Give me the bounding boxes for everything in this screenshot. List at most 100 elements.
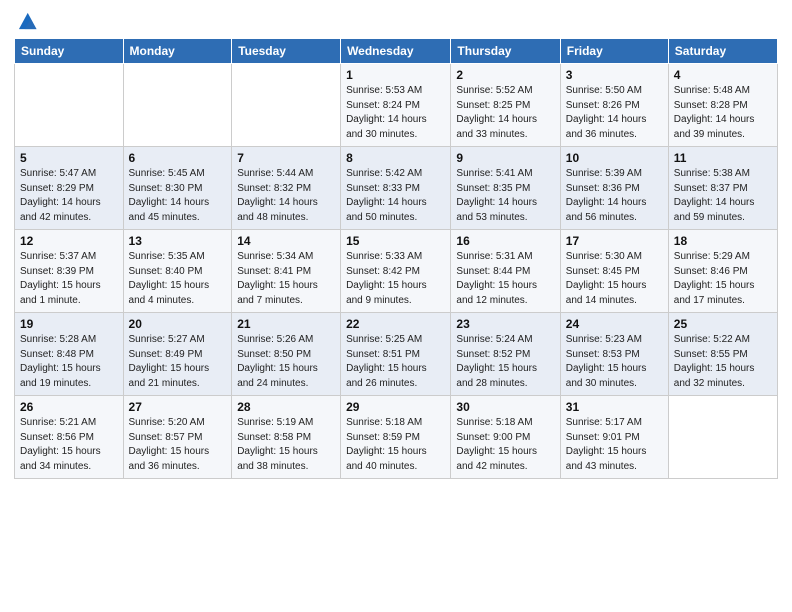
- day-info: Sunrise: 5:31 AM Sunset: 8:44 PM Dayligh…: [456, 250, 554, 308]
- weekday-header-saturday: Saturday: [668, 39, 777, 64]
- calendar-cell: 5 Sunrise: 5:47 AM Sunset: 8:29 PM Daylig…: [15, 147, 124, 230]
- day-info: Sunrise: 5:30 AM Sunset: 8:45 PM Dayligh…: [566, 250, 663, 308]
- day-number: 22: [346, 317, 445, 331]
- calendar-cell: 9Sunrise: 5:41 AM Sunset: 8:35 PM Daylig…: [451, 147, 560, 230]
- calendar-cell: 3 Sunrise: 5:50 AM Sunset: 8:26 PM Daylig…: [560, 64, 668, 147]
- day-number: 6: [129, 151, 227, 165]
- calendar-cell: [123, 64, 232, 147]
- day-number: 24: [566, 317, 663, 331]
- calendar-cell: 23 Sunrise: 5:24 AM Sunset: 8:52 PM Dayli…: [451, 313, 560, 396]
- day-number: 31: [566, 400, 663, 414]
- calendar-cell: [668, 396, 777, 479]
- day-info: Sunrise: 5:20 AM Sunset: 8:57 PM Dayligh…: [129, 416, 227, 474]
- day-info: Sunrise: 5:19 AM Sunset: 8:58 PM Dayligh…: [237, 416, 335, 474]
- day-info: Sunrise: 5:22 AM Sunset: 8:55 PM Dayligh…: [674, 333, 772, 391]
- weekday-header-tuesday: Tuesday: [232, 39, 341, 64]
- day-info: Sunrise: 5:18 AM Sunset: 9:00 PM Dayligh…: [456, 416, 554, 474]
- day-info: Sunrise: 5:53 AM Sunset: 8:24 PM Dayligh…: [346, 84, 445, 142]
- day-info: Sunrise: 5:37 AM Sunset: 8:39 PM Dayligh…: [20, 250, 118, 308]
- calendar-cell: 7 Sunrise: 5:44 AM Sunset: 8:32 PM Daylig…: [232, 147, 341, 230]
- day-info: Sunrise: 5:24 AM Sunset: 8:52 PM Dayligh…: [456, 333, 554, 391]
- calendar-cell: 8Sunrise: 5:42 AM Sunset: 8:33 PM Daylig…: [341, 147, 451, 230]
- calendar-cell: 10Sunrise: 5:39 AM Sunset: 8:36 PM Dayli…: [560, 147, 668, 230]
- calendar-table: SundayMondayTuesdayWednesdayThursdayFrid…: [14, 38, 778, 479]
- logo-icon: [16, 10, 38, 32]
- day-number: 21: [237, 317, 335, 331]
- calendar-cell: 18 Sunrise: 5:29 AM Sunset: 8:46 PM Dayli…: [668, 230, 777, 313]
- day-info: Sunrise: 5:52 AM Sunset: 8:25 PM Dayligh…: [456, 84, 554, 142]
- day-info: Sunrise: 5:27 AM Sunset: 8:49 PM Dayligh…: [129, 333, 227, 391]
- day-number: 14: [237, 234, 335, 248]
- calendar-cell: 15 Sunrise: 5:33 AM Sunset: 8:42 PM Dayli…: [341, 230, 451, 313]
- day-info: Sunrise: 5:35 AM Sunset: 8:40 PM Dayligh…: [129, 250, 227, 308]
- day-number: 1: [346, 68, 445, 82]
- day-number: 30: [456, 400, 554, 414]
- day-info: Sunrise: 5:38 AM Sunset: 8:37 PM Dayligh…: [674, 167, 772, 225]
- day-number: 17: [566, 234, 663, 248]
- page: SundayMondayTuesdayWednesdayThursdayFrid…: [0, 0, 792, 612]
- calendar-cell: 25 Sunrise: 5:22 AM Sunset: 8:55 PM Dayli…: [668, 313, 777, 396]
- day-info: Sunrise: 5:42 AM Sunset: 8:33 PM Dayligh…: [346, 167, 445, 225]
- calendar-week-row: 5 Sunrise: 5:47 AM Sunset: 8:29 PM Daylig…: [15, 147, 778, 230]
- day-number: 26: [20, 400, 118, 414]
- day-number: 25: [674, 317, 772, 331]
- day-info: Sunrise: 5:50 AM Sunset: 8:26 PM Dayligh…: [566, 84, 663, 142]
- day-number: 9: [456, 151, 554, 165]
- calendar-cell: 11 Sunrise: 5:38 AM Sunset: 8:37 PM Dayli…: [668, 147, 777, 230]
- calendar-cell: 30 Sunrise: 5:18 AM Sunset: 9:00 PM Dayli…: [451, 396, 560, 479]
- day-number: 11: [674, 151, 772, 165]
- calendar-cell: 13Sunrise: 5:35 AM Sunset: 8:40 PM Dayli…: [123, 230, 232, 313]
- day-info: Sunrise: 5:29 AM Sunset: 8:46 PM Dayligh…: [674, 250, 772, 308]
- day-number: 16: [456, 234, 554, 248]
- calendar-cell: 24 Sunrise: 5:23 AM Sunset: 8:53 PM Dayli…: [560, 313, 668, 396]
- day-number: 27: [129, 400, 227, 414]
- calendar-cell: 26Sunrise: 5:21 AM Sunset: 8:56 PM Dayli…: [15, 396, 124, 479]
- day-number: 7: [237, 151, 335, 165]
- day-number: 3: [566, 68, 663, 82]
- day-info: Sunrise: 5:45 AM Sunset: 8:30 PM Dayligh…: [129, 167, 227, 225]
- calendar-cell: 2 Sunrise: 5:52 AM Sunset: 8:25 PM Daylig…: [451, 64, 560, 147]
- calendar-cell: 21 Sunrise: 5:26 AM Sunset: 8:50 PM Dayli…: [232, 313, 341, 396]
- day-number: 15: [346, 234, 445, 248]
- calendar-cell: 1 Sunrise: 5:53 AM Sunset: 8:24 PM Daylig…: [341, 64, 451, 147]
- day-info: Sunrise: 5:33 AM Sunset: 8:42 PM Dayligh…: [346, 250, 445, 308]
- calendar-week-row: 1 Sunrise: 5:53 AM Sunset: 8:24 PM Daylig…: [15, 64, 778, 147]
- day-info: Sunrise: 5:28 AM Sunset: 8:48 PM Dayligh…: [20, 333, 118, 391]
- calendar-cell: 31 Sunrise: 5:17 AM Sunset: 9:01 PM Dayli…: [560, 396, 668, 479]
- day-number: 10: [566, 151, 663, 165]
- weekday-header-friday: Friday: [560, 39, 668, 64]
- day-info: Sunrise: 5:26 AM Sunset: 8:50 PM Dayligh…: [237, 333, 335, 391]
- day-number: 20: [129, 317, 227, 331]
- calendar-cell: 12Sunrise: 5:37 AM Sunset: 8:39 PM Dayli…: [15, 230, 124, 313]
- calendar-cell: 27 Sunrise: 5:20 AM Sunset: 8:57 PM Dayli…: [123, 396, 232, 479]
- day-number: 23: [456, 317, 554, 331]
- day-info: Sunrise: 5:47 AM Sunset: 8:29 PM Dayligh…: [20, 167, 118, 225]
- calendar-week-row: 26Sunrise: 5:21 AM Sunset: 8:56 PM Dayli…: [15, 396, 778, 479]
- day-info: Sunrise: 5:23 AM Sunset: 8:53 PM Dayligh…: [566, 333, 663, 391]
- calendar-cell: 20 Sunrise: 5:27 AM Sunset: 8:49 PM Dayli…: [123, 313, 232, 396]
- day-info: Sunrise: 5:34 AM Sunset: 8:41 PM Dayligh…: [237, 250, 335, 308]
- calendar-week-row: 19 Sunrise: 5:28 AM Sunset: 8:48 PM Dayli…: [15, 313, 778, 396]
- day-number: 29: [346, 400, 445, 414]
- day-info: Sunrise: 5:17 AM Sunset: 9:01 PM Dayligh…: [566, 416, 663, 474]
- day-info: Sunrise: 5:48 AM Sunset: 8:28 PM Dayligh…: [674, 84, 772, 142]
- calendar-cell: 4 Sunrise: 5:48 AM Sunset: 8:28 PM Daylig…: [668, 64, 777, 147]
- day-number: 5: [20, 151, 118, 165]
- weekday-header-thursday: Thursday: [451, 39, 560, 64]
- calendar-cell: 22Sunrise: 5:25 AM Sunset: 8:51 PM Dayli…: [341, 313, 451, 396]
- day-number: 19: [20, 317, 118, 331]
- calendar-cell: 29Sunrise: 5:18 AM Sunset: 8:59 PM Dayli…: [341, 396, 451, 479]
- day-number: 18: [674, 234, 772, 248]
- calendar-cell: 28Sunrise: 5:19 AM Sunset: 8:58 PM Dayli…: [232, 396, 341, 479]
- calendar-cell: 6 Sunrise: 5:45 AM Sunset: 8:30 PM Daylig…: [123, 147, 232, 230]
- header: [14, 10, 778, 32]
- calendar-cell: [15, 64, 124, 147]
- calendar-cell: 14 Sunrise: 5:34 AM Sunset: 8:41 PM Dayli…: [232, 230, 341, 313]
- day-info: Sunrise: 5:44 AM Sunset: 8:32 PM Dayligh…: [237, 167, 335, 225]
- day-number: 4: [674, 68, 772, 82]
- weekday-header-sunday: Sunday: [15, 39, 124, 64]
- calendar-cell: 16 Sunrise: 5:31 AM Sunset: 8:44 PM Dayli…: [451, 230, 560, 313]
- weekday-header-wednesday: Wednesday: [341, 39, 451, 64]
- weekday-header-monday: Monday: [123, 39, 232, 64]
- day-number: 2: [456, 68, 554, 82]
